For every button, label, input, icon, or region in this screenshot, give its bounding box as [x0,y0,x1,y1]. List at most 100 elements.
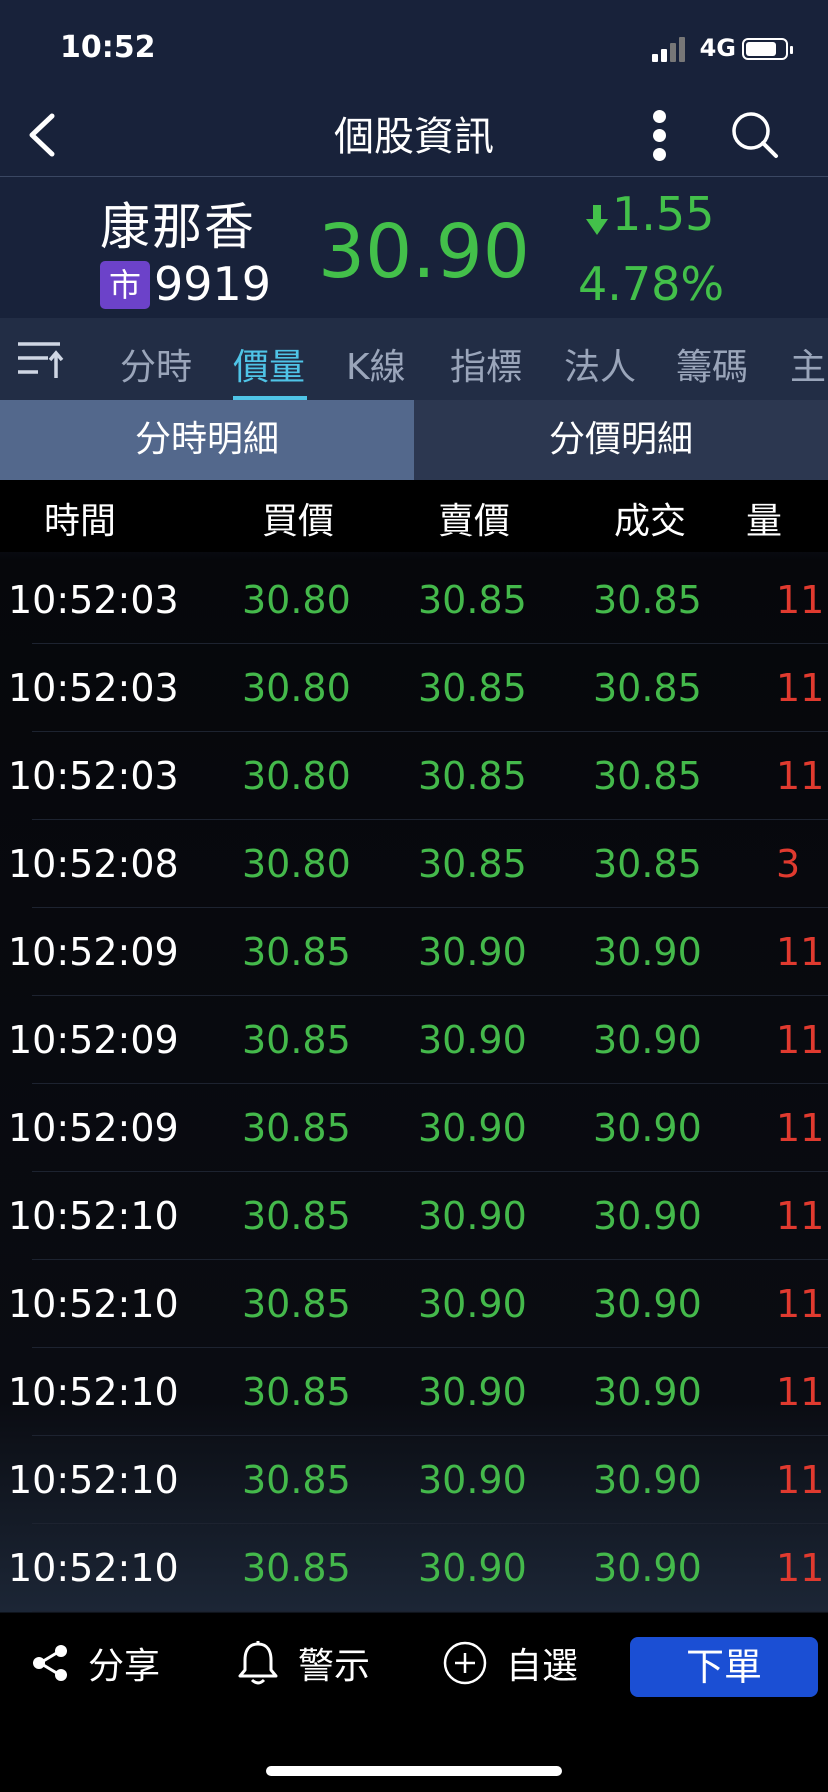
cell-volume: 11 [776,1194,825,1238]
cell-time: 10:52:03 [8,754,179,798]
cell-bid: 30.85 [242,1458,351,1502]
cell-ask: 30.90 [418,1194,527,1238]
table-row[interactable]: 10:52:10 30.85 30.90 30.90 11 [0,1524,828,1612]
search-button[interactable] [728,108,782,162]
screen: 10:52 4G 個股資訊 康那香 市 9919 30.90 1.55 4.78… [0,0,828,1792]
table-row[interactable]: 10:52:03 30.80 30.85 30.85 11 [0,644,828,732]
table-row[interactable]: 10:52:08 30.80 30.85 30.85 3 [0,820,828,908]
header-volume: 量 [746,501,783,542]
cell-ask: 30.85 [418,666,527,710]
cell-bid: 30.80 [242,754,351,798]
cell-time: 10:52:10 [8,1370,179,1414]
status-bar: 10:52 4G [0,0,828,96]
tab-kline[interactable]: K線 [346,338,406,390]
table-row[interactable]: 10:52:09 30.85 30.90 30.90 11 [0,908,828,996]
cell-ask: 30.85 [418,754,527,798]
table-row[interactable]: 10:52:10 30.85 30.90 30.90 11 [0,1172,828,1260]
cell-deal: 30.85 [593,754,702,798]
cell-volume: 11 [776,1018,825,1062]
place-order-button[interactable]: 下單 [630,1637,818,1697]
cell-bid: 30.85 [242,1282,351,1326]
cell-ask: 30.85 [418,578,527,622]
stock-quote: 康那香 市 9919 30.90 1.55 4.78% [0,177,828,317]
table-row[interactable]: 10:52:03 30.80 30.85 30.85 11 [0,556,828,644]
price-change-percent: 4.78% [578,257,725,311]
cell-time: 10:52:03 [8,666,179,710]
share-button[interactable]: 分享 [30,1633,160,1693]
cell-bid: 30.80 [242,842,351,886]
cell-deal: 30.90 [593,1194,702,1238]
sort-button[interactable] [16,338,66,380]
sort-icon [18,342,64,378]
cell-time: 10:52:03 [8,578,179,622]
cell-bid: 30.85 [242,1018,351,1062]
cell-bid: 30.85 [242,1106,351,1150]
cell-time: 10:52:10 [8,1458,179,1502]
cell-volume: 11 [776,930,825,974]
cell-deal: 30.90 [593,1370,702,1414]
cell-ask: 30.85 [418,842,527,886]
page-title: 個股資訊 [334,114,494,160]
cell-ask: 30.90 [418,1458,527,1502]
cell-time: 10:52:09 [8,930,179,974]
watchlist-label: 自選 [506,1646,579,1687]
signal-icon [652,36,688,62]
segment-price-detail[interactable]: 分價明細 [414,400,828,480]
tab-institutional[interactable]: 法人 [564,338,636,390]
tab-main[interactable]: 主 [790,338,826,390]
tab-bar: 分時 價量 K線 指標 法人 籌碼 主 [0,318,828,400]
cell-time: 10:52:10 [8,1282,179,1326]
add-watchlist-button[interactable]: 自選 [442,1633,578,1693]
cell-deal: 30.90 [593,1018,702,1062]
cell-volume: 11 [776,666,825,710]
cell-bid: 30.85 [242,1546,351,1590]
cell-bid: 30.80 [242,666,351,710]
bell-icon [238,1641,278,1685]
tab-chips[interactable]: 籌碼 [676,338,748,390]
share-label: 分享 [88,1646,161,1687]
cell-deal: 30.90 [593,1546,702,1590]
tab-price-volume[interactable]: 價量 [233,338,305,390]
cell-volume: 11 [776,1282,825,1326]
table-row[interactable]: 10:52:09 30.85 30.90 30.90 11 [0,1084,828,1172]
tab-time-sharing[interactable]: 分時 [120,338,192,390]
cell-time: 10:52:09 [8,1106,179,1150]
table-header: 時間 買價 賣價 成交 量 [0,480,828,552]
cell-time: 10:52:08 [8,842,179,886]
cell-volume: 11 [776,1458,825,1502]
cell-volume: 11 [776,1106,825,1150]
cell-time: 10:52:10 [8,1546,179,1590]
detail-segment-control: 分時明細 分價明細 [0,400,828,480]
home-indicator[interactable] [266,1766,562,1776]
stock-code: 9919 [154,257,272,311]
cell-deal: 30.90 [593,1282,702,1326]
alert-button[interactable]: 警示 [236,1633,370,1693]
market-badge: 市 [100,261,150,309]
cell-deal: 30.85 [593,666,702,710]
cell-ask: 30.90 [418,1018,527,1062]
segment-time-detail[interactable]: 分時明細 [0,400,414,480]
table-row[interactable]: 10:52:10 30.85 30.90 30.90 11 [0,1436,828,1524]
nav-bar: 個股資訊 [0,96,828,177]
table-row[interactable]: 10:52:10 30.85 30.90 30.90 11 [0,1348,828,1436]
cell-ask: 30.90 [418,1546,527,1590]
cell-bid: 30.85 [242,1194,351,1238]
price-change: 1.55 [612,187,715,241]
cell-ask: 30.90 [418,1106,527,1150]
tab-indicators[interactable]: 指標 [450,338,522,390]
cell-volume: 11 [776,1546,825,1590]
table-row[interactable]: 10:52:03 30.80 30.85 30.85 11 [0,732,828,820]
header-deal: 成交 [614,501,687,542]
header-time: 時間 [44,501,117,542]
header-ask: 賣價 [438,501,511,542]
cell-deal: 30.85 [593,578,702,622]
cell-ask: 30.90 [418,930,527,974]
table-row[interactable]: 10:52:09 30.85 30.90 30.90 11 [0,996,828,1084]
cell-bid: 30.85 [242,930,351,974]
arrow-down-icon [586,205,608,235]
search-icon [732,112,778,158]
table-row[interactable]: 10:52:10 30.85 30.90 30.90 11 [0,1260,828,1348]
cell-bid: 30.85 [242,1370,351,1414]
more-menu-button[interactable] [648,110,672,162]
cell-time: 10:52:09 [8,1018,179,1062]
